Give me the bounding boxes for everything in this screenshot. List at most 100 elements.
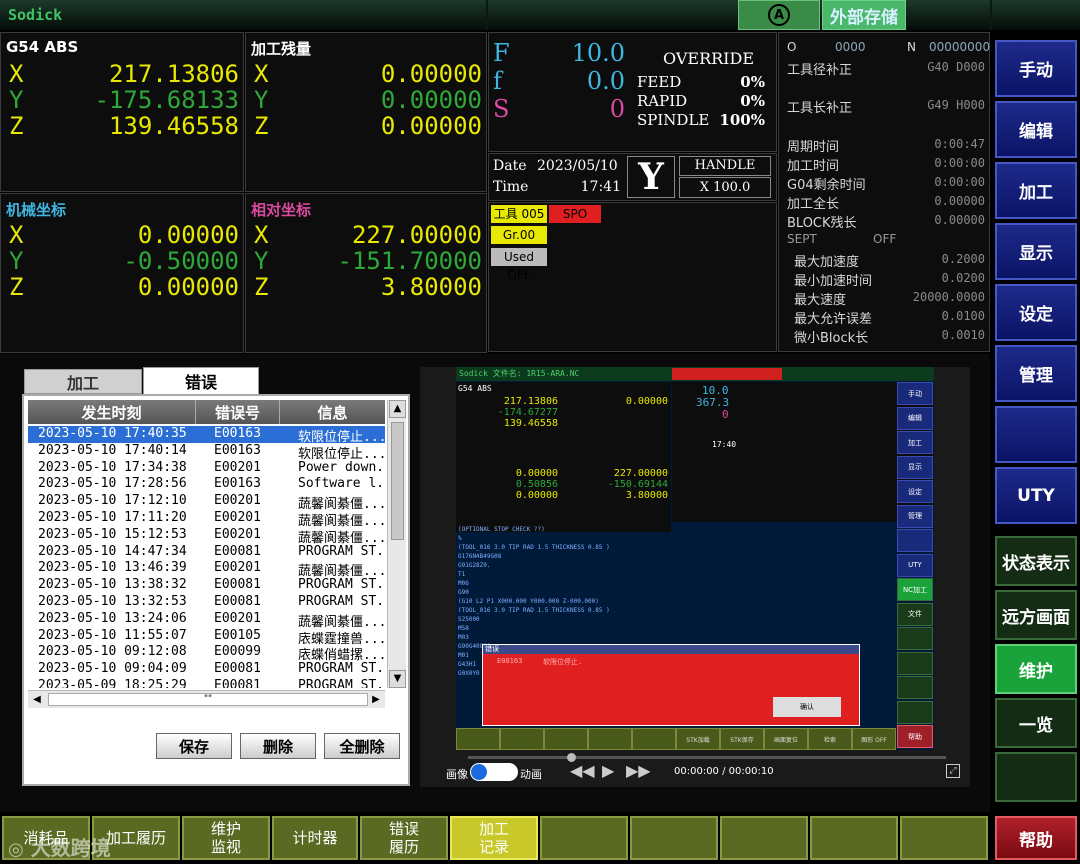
table-row[interactable]: 2023-05-10 13:46:39 E00201 蔬馨阆綦僵... bbox=[28, 560, 385, 579]
table-row[interactable]: 2023-05-10 09:12:08 E00099 庡蝶俏蜡摞... bbox=[28, 644, 385, 663]
table-row[interactable]: 2023-05-09 18:25:29 E00081 PROGRAM ST... bbox=[28, 678, 385, 688]
relative-x-row: X 227.00000 bbox=[254, 221, 482, 249]
error-code: E00081 bbox=[214, 678, 261, 688]
edit-button[interactable]: 编辑 bbox=[995, 101, 1077, 158]
table-row[interactable]: 2023-05-10 13:24:06 E00201 蔬馨阆綦僵... bbox=[28, 610, 385, 630]
help-button[interactable]: 帮助 bbox=[995, 816, 1077, 860]
delete-all-button[interactable]: 全删除 bbox=[324, 733, 400, 759]
bottom-blank-button-1[interactable] bbox=[540, 816, 628, 860]
handle-value: X 100.0 bbox=[679, 177, 771, 198]
error-table-header: 发生时刻 错误号 信息 bbox=[28, 400, 385, 424]
table-row[interactable]: 2023-05-10 14:47:34 E00081 PROGRAM ST... bbox=[28, 544, 385, 561]
error-time: 2023-05-10 17:34:38 bbox=[38, 459, 187, 475]
manual-button[interactable]: 手动 bbox=[995, 40, 1077, 97]
blank-green-button[interactable] bbox=[995, 752, 1077, 802]
scroll-thumb[interactable] bbox=[391, 422, 404, 540]
management-button[interactable]: 管理 bbox=[995, 345, 1077, 402]
fast-forward-icon[interactable]: ▶▶ bbox=[626, 761, 651, 780]
table-row[interactable]: 2023-05-10 17:28:56 E00163 Software l... bbox=[28, 476, 385, 493]
delete-button[interactable]: 删除 bbox=[240, 733, 316, 759]
uty-button[interactable]: UTY bbox=[995, 467, 1077, 524]
tab-machining[interactable]: 加工 bbox=[24, 369, 142, 394]
display-button[interactable]: 显示 bbox=[995, 223, 1077, 280]
save-button[interactable]: 保存 bbox=[156, 733, 232, 759]
g04-remaining-label: G04剩余时间 bbox=[787, 178, 866, 193]
max-accel-label: 最大加速度 bbox=[794, 255, 860, 270]
tool-radius-value: G40 D000 bbox=[927, 60, 985, 74]
maintenance-button[interactable]: 维护 bbox=[995, 644, 1077, 694]
table-row[interactable]: 2023-05-10 13:32:53 E00081 PROGRAM ST... bbox=[28, 594, 385, 611]
hscroll-thumb[interactable]: "" bbox=[48, 693, 368, 706]
bottom-blank-button-3[interactable] bbox=[720, 816, 808, 860]
bottom-blank-button-4[interactable] bbox=[810, 816, 898, 860]
feed-f-label: f bbox=[493, 67, 502, 95]
bottom-maintenance-monitor-button[interactable]: 维护 监视 bbox=[182, 816, 270, 860]
sodick-logo: Sodick bbox=[8, 6, 63, 24]
error-time: 2023-05-10 17:11:20 bbox=[38, 510, 187, 525]
video-timecode: 00:00:00 / 00:00:10 bbox=[674, 766, 774, 777]
error-time: 2023-05-10 17:28:56 bbox=[38, 476, 187, 492]
bottom-blank-button-5[interactable] bbox=[900, 816, 988, 860]
mini-bottom-button: 检索 bbox=[808, 728, 852, 750]
video-player[interactable]: Sodick 文件名: 1R15-ARA.NC G54 ABS 217.1380… bbox=[420, 367, 970, 787]
scroll-left-icon[interactable]: ◀ bbox=[28, 691, 46, 708]
blank-menu-button[interactable] bbox=[995, 406, 1077, 463]
program-line: T1 bbox=[458, 571, 466, 578]
table-row[interactable]: 2023-05-10 17:40:14 E00163 软限位停止... bbox=[28, 442, 385, 462]
external-storage-button[interactable]: 外部存储 bbox=[822, 0, 906, 30]
fullscreen-icon[interactable]: ⤢ bbox=[946, 764, 960, 778]
table-row[interactable]: 2023-05-10 17:11:20 E00201 蔬馨阆綦僵... bbox=[28, 510, 385, 529]
rewind-icon[interactable]: ◀◀ bbox=[570, 761, 595, 780]
error-time: 2023-05-10 13:46:39 bbox=[38, 560, 187, 576]
table-row[interactable]: 2023-05-10 13:38:32 E00081 PROGRAM ST... bbox=[28, 577, 385, 594]
program-line: M03 bbox=[458, 634, 469, 641]
mini-bottom-button: 画面复位 bbox=[764, 728, 808, 750]
table-row[interactable]: 2023-05-10 17:40:35 E00163 软限位停止... bbox=[28, 426, 385, 445]
scroll-up-icon[interactable]: ▲ bbox=[389, 400, 406, 418]
settings-button[interactable]: 设定 bbox=[995, 284, 1077, 341]
bottom-error-history-button[interactable]: 错误 履历 bbox=[360, 816, 448, 860]
col-code-header[interactable]: 错误号 bbox=[196, 400, 280, 424]
table-row[interactable]: 2023-05-10 17:34:38 E00201 Power down... bbox=[28, 460, 385, 477]
tab-errors[interactable]: 错误 bbox=[143, 367, 259, 395]
table-row[interactable]: 2023-05-10 17:12:10 E00201 蔬馨阆綦僵... bbox=[28, 493, 385, 512]
horizontal-scrollbar[interactable]: ◀ "" ▶ bbox=[28, 690, 385, 708]
bottom-timer-button[interactable]: 计时器 bbox=[272, 816, 358, 860]
scroll-right-icon[interactable]: ▶ bbox=[367, 691, 385, 708]
spindle-S-value: 0 bbox=[609, 95, 625, 123]
handle-label: HANDLE bbox=[679, 156, 771, 176]
remote-screen-button[interactable]: 远方画面 bbox=[995, 590, 1077, 640]
machine-z-row: Z 0.00000 bbox=[9, 273, 239, 301]
relative-title: 相对坐标 bbox=[251, 201, 312, 219]
col-time-header[interactable]: 发生时刻 bbox=[28, 400, 196, 424]
relative-z-row: Z 3.80000 bbox=[254, 273, 482, 301]
status-display-button[interactable]: 状态表示 bbox=[995, 536, 1077, 586]
error-time: 2023-05-10 13:24:06 bbox=[38, 610, 187, 626]
bottom-machining-record-button[interactable]: 加工 记录 bbox=[450, 816, 538, 860]
error-code: E00163 bbox=[214, 442, 261, 458]
bottom-blank-button-2[interactable] bbox=[630, 816, 718, 860]
date-value: 2023/05/10 bbox=[537, 158, 618, 174]
error-code: E00201 bbox=[214, 560, 261, 576]
error-time: 2023-05-10 17:12:10 bbox=[38, 493, 187, 509]
scroll-down-icon[interactable]: ▼ bbox=[389, 670, 406, 688]
table-row[interactable]: 2023-05-10 11:55:07 E00105 庡蝶霆撞兽... bbox=[28, 628, 385, 647]
error-code: E00081 bbox=[214, 594, 261, 609]
play-icon[interactable]: ▶ bbox=[602, 761, 614, 780]
auto-mode-button[interactable]: A bbox=[738, 0, 820, 30]
mini-bottom-button bbox=[588, 728, 632, 750]
image-animation-toggle[interactable] bbox=[470, 763, 518, 781]
table-row[interactable]: 2023-05-10 15:12:53 E00201 蔬馨阆綦僵... bbox=[28, 527, 385, 546]
error-message: PROGRAM ST... bbox=[298, 594, 385, 609]
video-error-dialog: 错误 E00163 软限位停止. 确认 bbox=[482, 644, 860, 726]
feed-F-value: 10.0 bbox=[571, 39, 625, 67]
vertical-scrollbar[interactable]: ▲ ▼ bbox=[387, 400, 406, 688]
header-divider bbox=[486, 0, 488, 30]
table-row[interactable]: 2023-05-10 09:04:09 E00081 PROGRAM ST... bbox=[28, 661, 385, 678]
remaining-y-row: Y 0.00000 bbox=[254, 86, 482, 114]
video-progress-track[interactable] bbox=[468, 756, 946, 759]
machining-button[interactable]: 加工 bbox=[995, 162, 1077, 219]
overview-button[interactable]: 一览 bbox=[995, 698, 1077, 748]
col-message-header[interactable]: 信息 bbox=[280, 400, 385, 424]
mini-menu-button: 显示 bbox=[897, 455, 933, 479]
